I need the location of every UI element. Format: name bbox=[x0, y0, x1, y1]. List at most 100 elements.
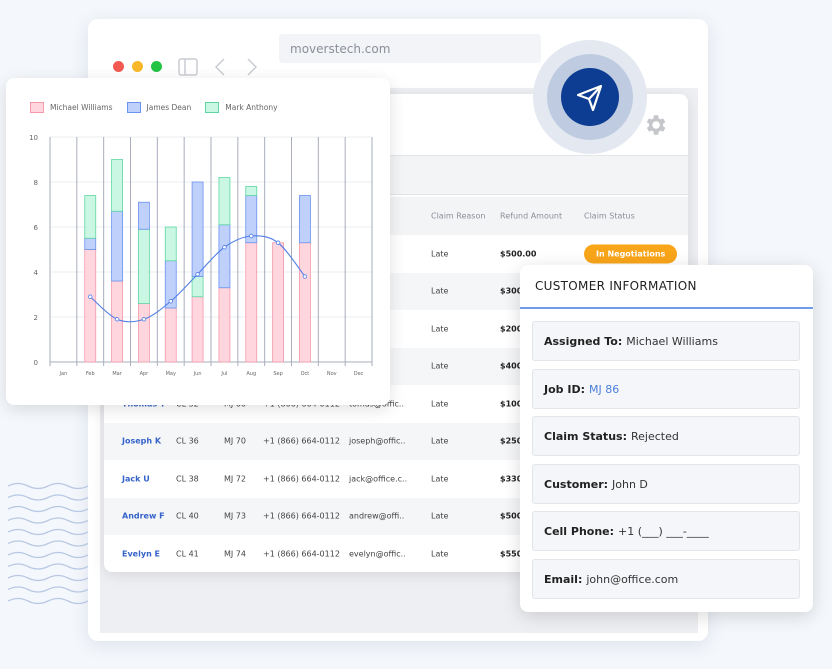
bar-segment bbox=[111, 280, 123, 363]
cell-cl: CL 36 bbox=[176, 436, 199, 446]
stacked-bar-chart-card: Michael Williams James Dean Mark Anthony 0… bbox=[6, 78, 390, 405]
cell-phone: +1 (866) 664-0112 bbox=[263, 436, 340, 446]
wave-line bbox=[7, 540, 89, 547]
info-field[interactable]: Job ID: MJ 86 bbox=[532, 368, 800, 409]
cell-name[interactable]: Joseph K bbox=[122, 437, 161, 446]
sidebar-toggle-icon[interactable] bbox=[178, 58, 198, 76]
address-bar[interactable]: moverstech.com bbox=[279, 34, 541, 63]
cell-reason: Late bbox=[431, 474, 449, 484]
field-value: +1 (___) ___-____ bbox=[618, 525, 709, 538]
wave-line bbox=[7, 517, 89, 524]
cell-phone: +1 (866) 664-0112 bbox=[263, 511, 340, 521]
cell-amount: $100 bbox=[500, 399, 523, 409]
minimize-window-button[interactable] bbox=[132, 61, 143, 72]
cell-phone: +1 (866) 664-0112 bbox=[263, 474, 340, 484]
wave-line bbox=[7, 586, 89, 593]
y-tick-label: 4 bbox=[34, 269, 39, 277]
trend-point bbox=[114, 317, 120, 322]
trend-point bbox=[195, 272, 200, 277]
cell-amount: $250 bbox=[500, 436, 523, 446]
y-tick-label: 10 bbox=[29, 134, 38, 142]
cell-phone: +1 (866) 664-0112 bbox=[263, 549, 340, 559]
cell-reason: Late bbox=[431, 324, 449, 334]
bar-segment bbox=[245, 242, 258, 363]
x-tick-label: Nov bbox=[327, 371, 337, 377]
bar-segment bbox=[84, 195, 97, 239]
x-tick-label: Feb bbox=[86, 371, 95, 377]
cell-reason: Late bbox=[431, 436, 449, 446]
trend-point bbox=[275, 240, 281, 245]
info-field[interactable]: Customer: John D bbox=[532, 463, 800, 504]
chart-plot: 0 2 4 6 8 10 Jan Feb Mar Apr May Jun Jul Aug Sep Oct Nov… bbox=[29, 134, 373, 377]
info-field[interactable]: Claim Status: Rejected bbox=[532, 416, 800, 456]
bar-segment bbox=[164, 226, 177, 262]
status-badge: In Negotiations bbox=[584, 244, 678, 264]
cell-reason: Late bbox=[431, 399, 449, 409]
cell-amount: $500.00 bbox=[500, 249, 537, 259]
header-claim-reason[interactable]: Claim Reason bbox=[431, 212, 485, 221]
cell-amount: $500 bbox=[500, 511, 523, 521]
field-label: Job ID: bbox=[544, 382, 585, 396]
field-value: Michael Williams bbox=[626, 335, 718, 348]
cell-email: evelyn@offic.. bbox=[349, 549, 406, 559]
field-value: john@office.com bbox=[586, 572, 679, 586]
panel-title: CUSTOMER INFORMATION bbox=[535, 279, 697, 293]
cell-reason: Late bbox=[431, 361, 449, 371]
wave-line bbox=[7, 505, 89, 513]
bar-segment bbox=[218, 177, 231, 226]
x-tick-label: Aug bbox=[246, 371, 256, 377]
x-tick-label: Mar bbox=[112, 371, 122, 377]
x-tick-label: Jan bbox=[59, 371, 68, 377]
decorative-waves bbox=[7, 482, 89, 605]
info-field[interactable]: Email: john@office.com bbox=[532, 558, 800, 599]
header-claim-status[interactable]: Claim Status bbox=[584, 212, 635, 221]
x-tick-label: Oct bbox=[301, 371, 310, 377]
cell-amount: $200 bbox=[500, 324, 523, 334]
cell-reason: Late bbox=[431, 511, 449, 521]
chevron-right-icon[interactable] bbox=[246, 58, 258, 76]
cell-name[interactable]: Jack U bbox=[122, 474, 150, 483]
bar-segment bbox=[191, 296, 204, 363]
gear-icon[interactable] bbox=[642, 112, 668, 138]
cell-cl: CL 38 bbox=[176, 474, 199, 484]
field-label: Assigned To: bbox=[544, 335, 623, 348]
send-button[interactable] bbox=[561, 68, 619, 126]
bar-segment bbox=[299, 242, 311, 363]
close-window-button[interactable] bbox=[113, 61, 124, 72]
bar-segment bbox=[272, 242, 284, 363]
cell-mj: MJ 70 bbox=[224, 436, 246, 446]
trend-point bbox=[168, 299, 173, 304]
y-tick-label: 6 bbox=[34, 224, 39, 232]
customer-information-panel: CUSTOMER INFORMATION Assigned To: Michael… bbox=[520, 265, 813, 612]
bar-segment bbox=[299, 195, 311, 244]
wave-line bbox=[7, 494, 89, 501]
cell-mj: MJ 72 bbox=[224, 474, 246, 484]
trend-point bbox=[88, 294, 93, 299]
cell-amount: $330 bbox=[500, 474, 523, 484]
title-underline bbox=[520, 307, 813, 309]
cell-mj: MJ 73 bbox=[224, 511, 246, 521]
cell-name[interactable]: Evelyn E bbox=[122, 549, 160, 558]
bar-segment bbox=[164, 307, 177, 363]
chevron-left-icon[interactable] bbox=[214, 58, 226, 76]
cell-email: jack@office.c.. bbox=[349, 474, 408, 484]
info-field[interactable]: Assigned To: Michael Williams bbox=[532, 321, 800, 361]
cell-reason: Late bbox=[431, 286, 449, 296]
x-tick-label: Jul bbox=[220, 371, 227, 377]
field-label: Claim Status: bbox=[544, 430, 627, 443]
cell-name[interactable]: Andrew F bbox=[122, 512, 165, 521]
y-tick-label: 2 bbox=[34, 314, 38, 322]
info-field[interactable]: Cell Phone: +1 (___) ___-____ bbox=[532, 511, 800, 551]
bar-segment bbox=[138, 201, 150, 230]
bar-segment bbox=[218, 224, 231, 289]
x-tick-label: Dec bbox=[354, 371, 364, 377]
field-value: MJ 86 bbox=[588, 382, 620, 396]
header-refund-amount[interactable]: Refund Amount bbox=[500, 212, 562, 221]
x-tick-label: May bbox=[166, 371, 176, 377]
x-tick-label: Jun bbox=[193, 371, 202, 377]
cell-reason: Late bbox=[431, 249, 449, 259]
trend-point bbox=[141, 317, 147, 322]
wave-line bbox=[7, 528, 89, 536]
maximize-window-button[interactable] bbox=[151, 61, 162, 72]
bar-segment bbox=[84, 249, 97, 363]
